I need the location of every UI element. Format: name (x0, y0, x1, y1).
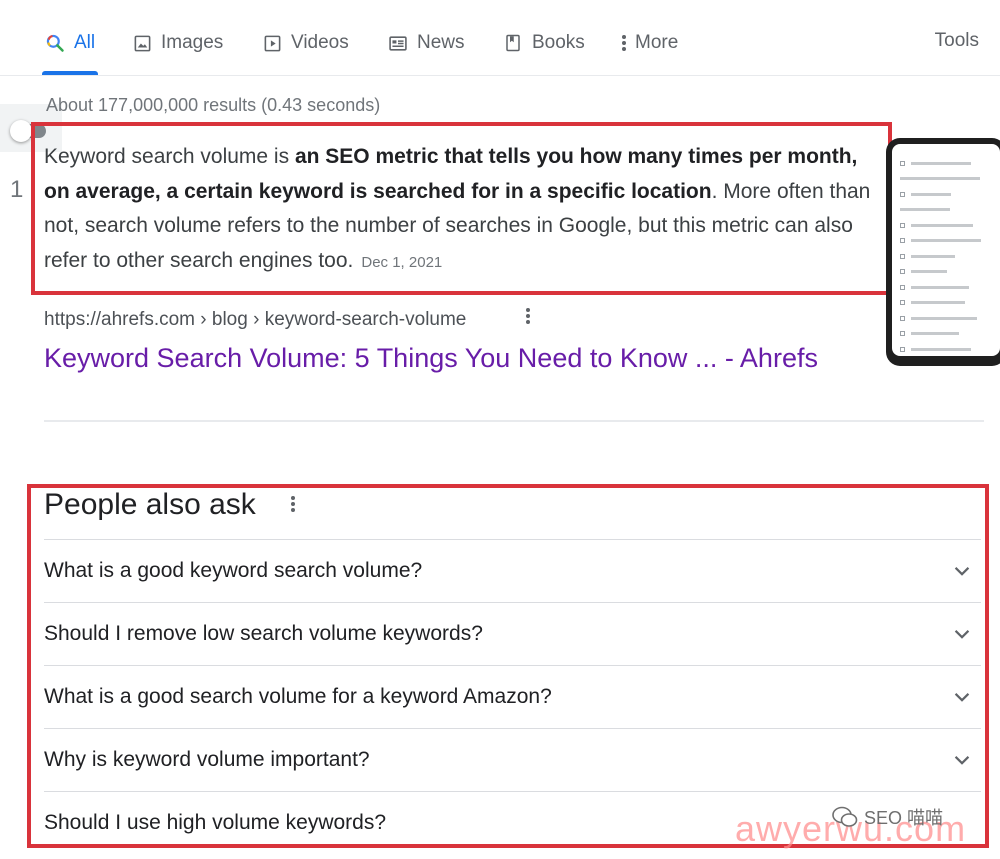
paa-question[interactable]: What is a good keyword search volume? (44, 539, 981, 602)
tab-books-label: Books (532, 32, 585, 53)
search-icon (44, 32, 66, 54)
chevron-down-icon (954, 567, 970, 576)
tab-images-label: Images (161, 32, 224, 53)
active-tab-indicator (42, 71, 98, 75)
chevron-down-icon (954, 630, 970, 639)
more-vert-icon (526, 308, 530, 324)
result-stats: About 177,000,000 results (0.43 seconds) (46, 95, 381, 115)
chevron-down-icon (954, 756, 970, 765)
paa-question-text: Should I use high volume keywords? (44, 811, 387, 834)
image-icon (131, 32, 153, 54)
paa-question[interactable]: What is a good search volume for a keywo… (44, 665, 981, 728)
result-index: 1 (10, 176, 24, 203)
wechat-icon (832, 806, 858, 827)
result-menu-button[interactable] (520, 306, 536, 332)
tab-videos[interactable]: Videos (261, 30, 349, 56)
tab-all[interactable]: All (44, 30, 95, 56)
tab-all-label: All (74, 32, 96, 53)
more-vert-icon (617, 32, 631, 54)
result-url[interactable]: https://ahrefs.com › blog › keyword-sear… (44, 309, 466, 331)
paa-question[interactable]: Should I remove low search volume keywor… (44, 602, 981, 665)
paa-question-text: What is a good search volume for a keywo… (44, 685, 552, 708)
snippet-intro: Keyword search volume is (44, 145, 295, 168)
watermark-brand-text: SEO 喵喵 (864, 808, 944, 828)
watermark-brand: SEO 喵喵 (832, 804, 943, 830)
news-icon (387, 32, 409, 54)
tab-news[interactable]: News (387, 30, 465, 56)
play-icon (261, 32, 283, 54)
snippet-date: Dec 1, 2021 (361, 253, 443, 271)
tab-more-label: More (635, 32, 679, 53)
toggle-knob (10, 120, 32, 142)
result-title-link[interactable]: Keyword Search Volume: 5 Things You Need… (44, 343, 818, 374)
paa-question-text: What is a good keyword search volume? (44, 559, 423, 582)
more-vert-icon (291, 496, 295, 512)
divider (44, 420, 984, 422)
tab-images[interactable]: Images (131, 30, 223, 56)
paa-question-text: Why is keyword volume important? (44, 748, 370, 771)
chevron-down-icon (954, 693, 970, 702)
paa-question-text: Should I remove low search volume keywor… (44, 622, 483, 645)
tab-news-label: News (417, 32, 465, 53)
tab-more[interactable]: More (617, 30, 678, 56)
tab-books[interactable]: Books (502, 30, 585, 56)
book-icon (502, 32, 524, 54)
tab-videos-label: Videos (291, 32, 349, 53)
thumbnail-screen (892, 144, 1000, 356)
paa-menu-button[interactable] (285, 493, 301, 521)
search-tabs: All Images Videos News Books More Tools (0, 0, 1000, 76)
featured-snippet-text: Keyword search volume is an SEO metric t… (44, 140, 879, 280)
tools-button[interactable]: Tools (935, 30, 979, 52)
paa-heading: People also ask (44, 488, 256, 521)
paa-question[interactable]: Why is keyword volume important? (44, 728, 981, 791)
snippet-thumbnail[interactable] (886, 138, 1000, 366)
